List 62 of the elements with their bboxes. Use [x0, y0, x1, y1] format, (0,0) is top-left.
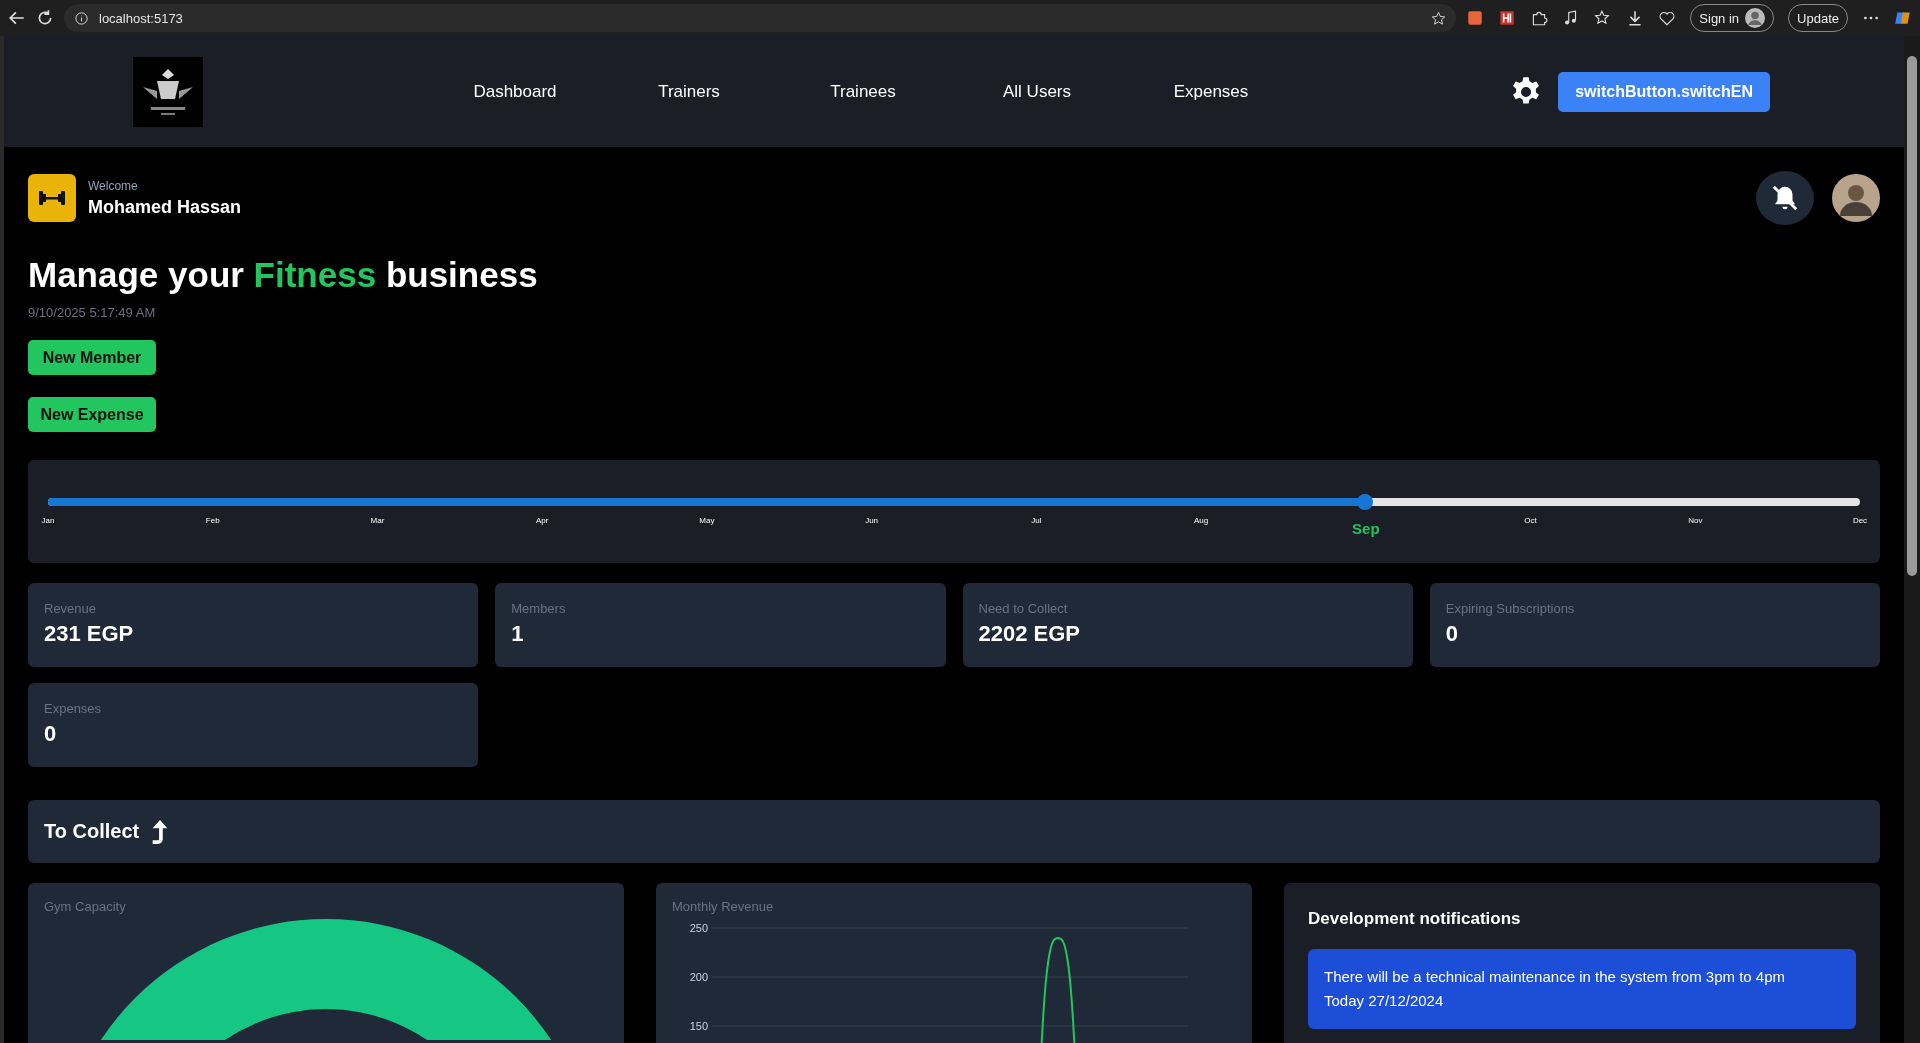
scrollbar[interactable]	[1904, 36, 1920, 1043]
star-icon[interactable]	[1431, 10, 1447, 26]
puzzle-icon[interactable]	[1530, 9, 1549, 27]
month-label[interactable]: Dec	[1852, 516, 1868, 525]
section-title: To Collect	[44, 820, 140, 843]
nav-link[interactable]: All Users	[950, 73, 1124, 110]
axis-tick-label: 250	[689, 922, 708, 934]
axis-tick-label: 150	[689, 1020, 708, 1032]
nav-link[interactable]: Dashboard	[428, 73, 602, 110]
month-label[interactable]: Sep	[1352, 520, 1380, 537]
stat-value: 0	[44, 721, 58, 747]
notification-message: There will be a technical maintenance in the system from 3pm to 4pm Today 27/12/2024	[1308, 949, 1856, 1029]
info-icon	[74, 10, 89, 26]
month-label[interactable]: Jul	[1031, 516, 1042, 525]
stat-value: 231 EGP	[44, 621, 135, 647]
action-button[interactable]: New Expense	[28, 397, 156, 432]
month-label[interactable]: Aug	[1193, 516, 1209, 525]
month-label[interactable]: Oct	[1524, 516, 1537, 525]
month-label[interactable]: Feb	[205, 516, 220, 525]
card-title: Gym Capacity	[44, 899, 127, 914]
welcome-label: Welcome	[88, 178, 139, 193]
avatar[interactable]	[1832, 174, 1880, 222]
date-time: 9/10/2025 5:17:49 AM	[28, 305, 157, 320]
stat-value: 0	[1445, 621, 1459, 647]
axis-tick-label: 200	[689, 971, 708, 983]
nav-link[interactable]: Expenses	[1124, 73, 1298, 110]
slider-thumb[interactable]	[1357, 494, 1374, 510]
stat-label: Members	[511, 601, 567, 616]
extension-icon[interactable]	[1498, 9, 1517, 27]
dumbbell-icon	[28, 174, 76, 222]
stat-label: Expiring Subscriptions	[1445, 601, 1576, 616]
stat-value: 2202 EGP	[978, 621, 1081, 647]
action-button[interactable]: New Member	[28, 340, 156, 375]
month-label[interactable]: Jun	[865, 516, 879, 525]
stat-label: Expenses	[44, 701, 103, 716]
nav-link[interactable]: Trainees	[776, 73, 950, 110]
nav-link[interactable]: Trainers	[602, 73, 776, 110]
card-title: Development notifications	[1308, 909, 1522, 929]
stat-label: Need to Collect	[978, 601, 1069, 616]
copilot-icon[interactable]	[1894, 9, 1912, 27]
month-label[interactable]: May	[699, 516, 715, 525]
logo-icon[interactable]	[133, 56, 203, 127]
month-label[interactable]: Jan	[41, 516, 55, 525]
card-title: Monthly Revenue	[672, 899, 775, 914]
sign-in-button[interactable]: Sign in	[1690, 4, 1775, 32]
month-label[interactable]: Nov	[1688, 516, 1703, 525]
month-label[interactable]: Mar	[370, 516, 385, 525]
stat-value: 1	[511, 621, 525, 647]
profile-icon	[1745, 8, 1766, 28]
month-label[interactable]: Apr	[535, 516, 549, 525]
stat-label: Revenue	[44, 601, 98, 616]
heart-icon[interactable]	[1658, 9, 1677, 27]
page-headline: Manage your Fitness business	[28, 255, 539, 295]
language-button[interactable]: switchButton.switchEN	[1558, 71, 1770, 112]
address-bar[interactable]: localhost:5173	[64, 4, 1457, 32]
url-text: localhost:5173	[99, 10, 184, 26]
reload-icon[interactable]	[36, 9, 54, 27]
update-button[interactable]: Update	[1788, 4, 1848, 32]
back-icon[interactable]	[8, 9, 26, 27]
user-name: Mohamed Hassan	[88, 196, 242, 218]
favorites-icon[interactable]	[1594, 9, 1613, 27]
to-collect-bar[interactable]: To Collect	[28, 800, 1880, 863]
